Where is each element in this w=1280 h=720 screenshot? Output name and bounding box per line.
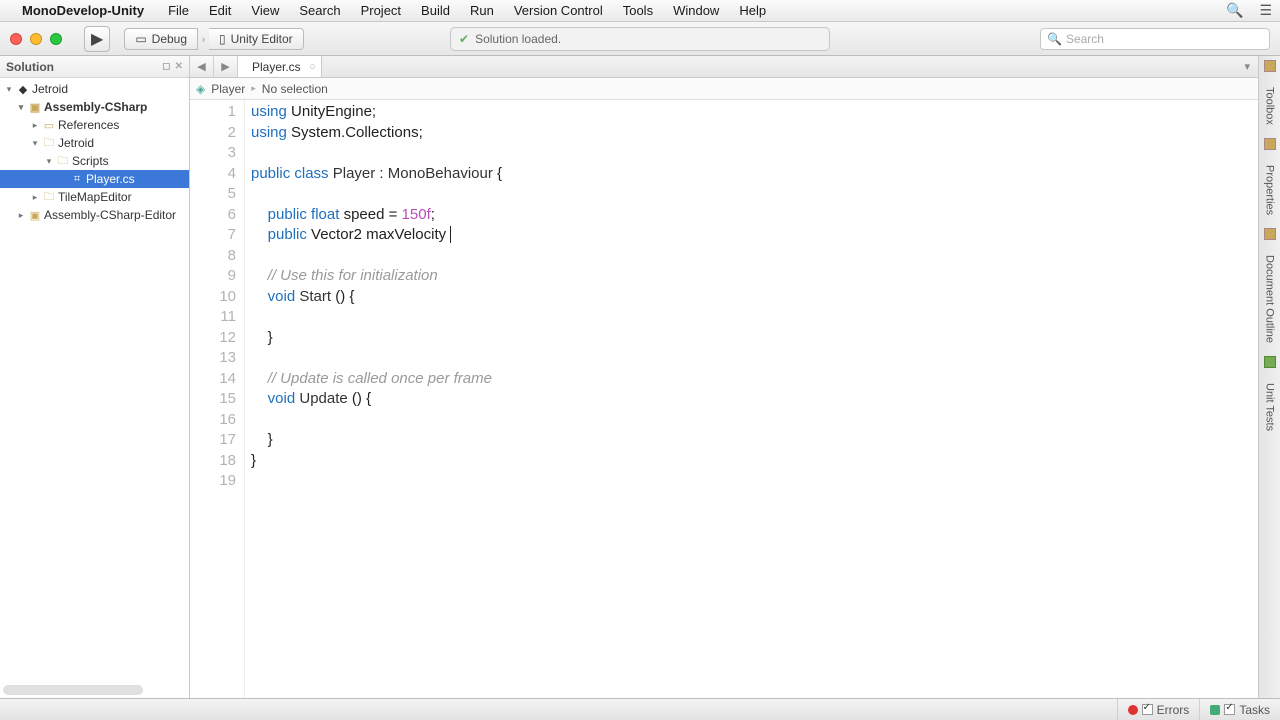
errors-label: Errors bbox=[1157, 703, 1190, 717]
editor-area: ◀ ▶ Player.cs ○ ▾ ◈ Player ▸ No selectio… bbox=[190, 56, 1258, 698]
solution-scrollbar[interactable] bbox=[3, 685, 143, 695]
properties-icon[interactable] bbox=[1264, 138, 1276, 150]
chevron-right-icon: › bbox=[198, 34, 209, 44]
app-name[interactable]: MonoDevelop-Unity bbox=[22, 3, 158, 18]
menu-list-icon[interactable]: ☰ bbox=[1251, 2, 1280, 19]
line-gutter: 12345678910111213141516171819 bbox=[190, 100, 245, 698]
search-icon: 🔍 bbox=[1047, 32, 1062, 46]
check-icon: ✔ bbox=[459, 32, 469, 46]
tab-label: Player.cs bbox=[252, 60, 301, 74]
tasks-label: Tasks bbox=[1239, 703, 1270, 717]
menu-version-control[interactable]: Version Control bbox=[504, 3, 613, 18]
tree-assembly[interactable]: ▾▣Assembly-CSharp bbox=[0, 98, 189, 116]
solution-panel-header: Solution ◻ ✕ bbox=[0, 56, 189, 78]
right-dock: Toolbox Properties Document Outline Unit… bbox=[1258, 56, 1280, 698]
menu-search[interactable]: Search bbox=[289, 3, 350, 18]
run-button[interactable]: ▶ bbox=[84, 26, 110, 52]
search-placeholder: Search bbox=[1066, 32, 1104, 46]
class-icon: ◈ bbox=[196, 82, 205, 96]
chevron-right-icon: ▸ bbox=[251, 83, 256, 94]
tree-scripts-folder[interactable]: ▾🗀Scripts bbox=[0, 152, 189, 170]
config-debug-label: Debug bbox=[152, 32, 187, 46]
run-configuration: ▭ Debug › ▯ Unity Editor bbox=[124, 28, 303, 50]
menu-help[interactable]: Help bbox=[729, 3, 776, 18]
panel-close-icon[interactable]: ✕ bbox=[175, 61, 183, 72]
nav-forward-button[interactable]: ▶ bbox=[214, 56, 238, 77]
tree-root[interactable]: ▾◆Jetroid bbox=[0, 80, 189, 98]
task-icon bbox=[1210, 705, 1220, 715]
tests-icon[interactable] bbox=[1264, 356, 1276, 368]
tab-player-cs[interactable]: Player.cs ○ bbox=[238, 56, 322, 77]
panel-dock-icon[interactable]: ◻ bbox=[162, 61, 170, 72]
code-editor[interactable]: 12345678910111213141516171819 using Unit… bbox=[190, 100, 1258, 698]
editor-breadcrumb: ◈ Player ▸ No selection bbox=[190, 78, 1258, 100]
menu-tools[interactable]: Tools bbox=[613, 3, 663, 18]
tab-close-icon[interactable]: ○ bbox=[309, 61, 316, 73]
dock-properties[interactable]: Properties bbox=[1262, 156, 1278, 224]
code-body[interactable]: using UnityEngine; using System.Collecti… bbox=[245, 100, 502, 698]
error-icon bbox=[1128, 705, 1138, 715]
tree-assembly-editor[interactable]: ▸▣Assembly-CSharp-Editor bbox=[0, 206, 189, 224]
device-icon: ▭ bbox=[135, 32, 146, 46]
spotlight-icon[interactable]: 🔍 bbox=[1218, 2, 1251, 19]
outline-icon[interactable] bbox=[1264, 228, 1276, 240]
ide-toolbar: ▶ ▭ Debug › ▯ Unity Editor ✔ Solution lo… bbox=[0, 22, 1280, 56]
menu-run[interactable]: Run bbox=[460, 3, 504, 18]
breadcrumb-member[interactable]: No selection bbox=[262, 82, 328, 96]
dock-document-outline[interactable]: Document Outline bbox=[1262, 246, 1278, 352]
menu-view[interactable]: View bbox=[241, 3, 289, 18]
nav-back-button[interactable]: ◀ bbox=[190, 56, 214, 77]
window-controls bbox=[0, 33, 72, 45]
tree-jetroid-folder[interactable]: ▾🗀Jetroid bbox=[0, 134, 189, 152]
status-bar-message: ✔ Solution loaded. bbox=[450, 27, 830, 51]
solution-panel: Solution ◻ ✕ ▾◆Jetroid ▾▣Assembly-CSharp… bbox=[0, 56, 190, 698]
config-target-label: Unity Editor bbox=[231, 32, 293, 46]
dock-toolbox[interactable]: Toolbox bbox=[1262, 78, 1278, 134]
zoom-window-button[interactable] bbox=[50, 33, 62, 45]
errors-checkbox[interactable] bbox=[1142, 704, 1153, 715]
tab-overflow-button[interactable]: ▾ bbox=[1236, 56, 1258, 77]
config-target-button[interactable]: ▯ Unity Editor bbox=[209, 28, 304, 50]
breadcrumb-class[interactable]: Player bbox=[211, 82, 245, 96]
tree-player-file[interactable]: ⌗Player.cs bbox=[0, 170, 189, 188]
menu-edit[interactable]: Edit bbox=[199, 3, 241, 18]
menu-file[interactable]: File bbox=[158, 3, 199, 18]
target-icon: ▯ bbox=[219, 32, 226, 46]
menu-project[interactable]: Project bbox=[351, 3, 411, 18]
tasks-checkbox[interactable] bbox=[1224, 704, 1235, 715]
menu-window[interactable]: Window bbox=[663, 3, 729, 18]
minimize-window-button[interactable] bbox=[30, 33, 42, 45]
errors-pad-button[interactable]: Errors bbox=[1117, 699, 1200, 720]
tree-references[interactable]: ▸▭References bbox=[0, 116, 189, 134]
toolbox-icon[interactable] bbox=[1264, 60, 1276, 72]
tasks-pad-button[interactable]: Tasks bbox=[1199, 699, 1280, 720]
global-search[interactable]: 🔍 Search bbox=[1040, 28, 1270, 50]
text-cursor bbox=[450, 226, 451, 243]
status-text: Solution loaded. bbox=[475, 32, 561, 46]
workspace: Solution ◻ ✕ ▾◆Jetroid ▾▣Assembly-CSharp… bbox=[0, 56, 1280, 698]
dock-unit-tests[interactable]: Unit Tests bbox=[1262, 374, 1278, 440]
menu-build[interactable]: Build bbox=[411, 3, 460, 18]
editor-tab-bar: ◀ ▶ Player.cs ○ ▾ bbox=[190, 56, 1258, 78]
bottom-status-bar: Errors Tasks bbox=[0, 698, 1280, 720]
solution-tree[interactable]: ▾◆Jetroid ▾▣Assembly-CSharp ▸▭References… bbox=[0, 78, 189, 698]
solution-panel-title: Solution bbox=[6, 60, 54, 74]
tree-tilemap-folder[interactable]: ▸🗀TileMapEditor bbox=[0, 188, 189, 206]
mac-menubar: MonoDevelop-Unity File Edit View Search … bbox=[0, 0, 1280, 22]
close-window-button[interactable] bbox=[10, 33, 22, 45]
config-debug-button[interactable]: ▭ Debug bbox=[124, 28, 198, 50]
